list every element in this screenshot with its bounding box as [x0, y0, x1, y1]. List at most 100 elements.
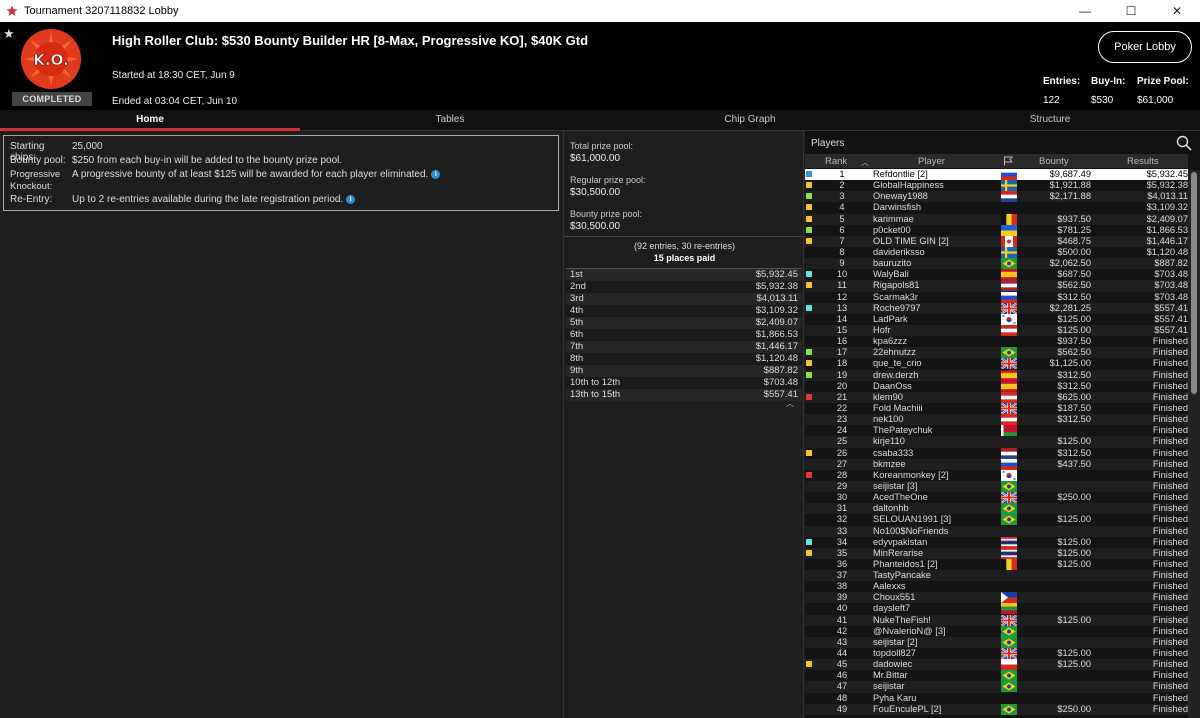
player-row[interactable]: 18 que_te_crio $1,125.00 Finished	[805, 358, 1188, 370]
player-rank: 1	[839, 169, 845, 179]
player-row[interactable]: 46 Mr.Bittar Finished	[805, 670, 1188, 682]
collapse-chevron-icon[interactable]: ︿	[786, 398, 794, 409]
favorite-star-icon[interactable]: ★	[3, 26, 15, 42]
player-bounty: $1,125.00	[1049, 358, 1091, 369]
tab-chip-graph[interactable]: Chip Graph	[600, 110, 900, 130]
player-rank: 33	[836, 525, 848, 536]
scrollbar-thumb[interactable]	[1191, 172, 1197, 394]
player-row[interactable]: 11 Rigapols81 $562.50 $703.48	[805, 280, 1188, 292]
payout-row: 13th to 15th $557.41	[566, 389, 802, 401]
tab-home[interactable]: Home	[0, 110, 300, 131]
col-bounty[interactable]: Bounty	[1039, 156, 1069, 167]
player-row[interactable]: 48 Pyha Karu Finished	[805, 692, 1188, 704]
player-row[interactable]: 2 GlobalHappiness $1,921.88 $5,932.38	[805, 180, 1188, 192]
player-row[interactable]: 38 Aalexxs Finished	[805, 581, 1188, 593]
player-row[interactable]: 49 FouEnculePL [2] $250.00 Finished	[805, 703, 1188, 715]
player-row[interactable]: 47 seijistar Finished	[805, 681, 1188, 693]
player-row[interactable]: 1 Refdontlie [2] $9,687.49 $5,932.45	[805, 169, 1188, 181]
player-row[interactable]: 21 klem90 $625.00 Finished	[805, 391, 1188, 403]
player-name: Mr.Bittar	[873, 670, 908, 681]
player-row[interactable]: 16 kpa6zzz $937.50 Finished	[805, 336, 1188, 348]
player-row[interactable]: 23 nek100 $312.50 Finished	[805, 414, 1188, 426]
payout-row: 4th $3,109.32	[566, 305, 802, 317]
flag-column-icon[interactable]	[1003, 156, 1013, 166]
player-row[interactable]: 6 p0cket00 $781.25 $1,866.53	[805, 224, 1188, 236]
country-flag-icon	[1001, 447, 1017, 459]
payout-amount: $887.82	[763, 365, 798, 376]
minimize-button[interactable]: —	[1062, 0, 1108, 22]
col-results[interactable]: Results	[1127, 156, 1159, 167]
player-row[interactable]: 9 bauruzito $2,062.50 $887.82	[805, 258, 1188, 270]
player-bounty: $312.50	[1057, 291, 1091, 302]
player-row[interactable]: 19 drew.derzh $312.50 Finished	[805, 369, 1188, 381]
player-rank: 23	[836, 414, 848, 425]
player-row[interactable]: 10 WalyBali $687.50 $703.48	[805, 269, 1188, 281]
player-row[interactable]: 44 topdoll827 $125.00 Finished	[805, 648, 1188, 660]
player-row[interactable]: 37 TastyPancake Finished	[805, 570, 1188, 582]
player-bounty: $250.00	[1057, 703, 1091, 714]
player-rank: 35	[836, 547, 848, 558]
player-row[interactable]: 15 Hofr $125.00 $557.41	[805, 324, 1188, 337]
tab-tables[interactable]: Tables	[300, 110, 600, 130]
player-row[interactable]: 35 MinRerarise $125.00 Finished	[805, 547, 1188, 559]
player-row[interactable]: 22 Fold Machiii $187.50 Finished	[805, 402, 1188, 415]
payout-table: 1st $5,932.45 2nd $5,932.38 3rd $4,013.11 4th $…	[566, 268, 802, 401]
player-row[interactable]: 45 dadowiec $125.00 Finished	[805, 659, 1188, 671]
player-row[interactable]: 7 OLD TIME GIN [2] $468.75 $1,446.17	[805, 235, 1188, 247]
player-row[interactable]: 28 Koreanmonkey [2] Finished	[805, 469, 1188, 481]
player-result: Finished	[1152, 581, 1188, 592]
tournament-title: High Roller Club: $530 Bounty Builder HR…	[112, 33, 589, 48]
player-row[interactable]: 4 Darwinsfish $3,109.32	[805, 202, 1188, 214]
player-row[interactable]: 3 Oneway1988 $2,171.88 $4,013.11	[805, 191, 1188, 203]
player-row[interactable]: 14 LadPark $125.00 $557.41	[805, 313, 1188, 325]
col-rank[interactable]: Rank	[825, 156, 847, 167]
player-bounty: $437.50	[1057, 458, 1091, 469]
info-icon[interactable]: i	[431, 170, 441, 179]
country-flag-icon	[1001, 670, 1017, 682]
player-row[interactable]: 27 bkmzee $437.50 Finished	[805, 458, 1188, 470]
player-row[interactable]: 5 karimmae $937.50 $2,409.07	[805, 213, 1188, 225]
player-row[interactable]: 36 Phanteidos1 [2] $125.00 Finished	[805, 558, 1188, 571]
country-flag-icon	[1001, 324, 1017, 336]
entries-label: Entries:	[1043, 76, 1081, 87]
player-row[interactable]: 41 NukeTheFish! $125.00 Finished	[805, 614, 1188, 626]
player-row[interactable]: 33 No100$NoFriends Finished	[805, 525, 1188, 537]
progressive-value: A progressive bounty of at least $125 wi…	[72, 169, 429, 180]
country-flag-icon	[1001, 458, 1017, 470]
poker-lobby-button[interactable]: Poker Lobby	[1098, 31, 1192, 63]
player-row[interactable]: 20 DaanOss $312.50 Finished	[805, 380, 1188, 392]
player-name: No100$NoFriends	[873, 525, 949, 536]
player-row[interactable]: 24 ThePateychuk Finished	[805, 425, 1188, 437]
player-row[interactable]: 26 csaba333 $312.50 Finished	[805, 447, 1188, 459]
player-rank: 30	[836, 492, 848, 503]
player-row[interactable]: 25 kirje110 $125.00 Finished	[805, 436, 1188, 448]
tab-structure[interactable]: Structure	[900, 110, 1200, 130]
payout-amount: $5,932.38	[755, 281, 798, 292]
col-player[interactable]: Player	[918, 156, 945, 167]
player-row[interactable]: 17 22ehnutzz $562.50 Finished	[805, 347, 1188, 359]
player-name: seijistar [3]	[873, 480, 918, 491]
player-row[interactable]: 39 Choux551 Finished	[805, 592, 1188, 604]
maximize-button[interactable]: ☐	[1108, 0, 1154, 22]
sort-asc-icon[interactable]: ︿	[861, 157, 869, 168]
player-row[interactable]: 30 AcedTheOne $250.00 Finished	[805, 492, 1188, 504]
player-row[interactable]: 8 davideriksso $500.00 $1,120.48	[805, 246, 1188, 259]
info-icon[interactable]: i	[346, 195, 356, 204]
player-row[interactable]: 40 daysleft7 Finished	[805, 603, 1188, 615]
country-flag-icon	[1001, 425, 1017, 437]
player-row[interactable]: 29 seijistar [3] Finished	[805, 480, 1188, 493]
country-flag-icon	[1001, 703, 1017, 715]
player-note-marker-icon	[806, 193, 812, 200]
player-bounty: $468.75	[1057, 235, 1091, 246]
player-row[interactable]: 43 seijistar [2] Finished	[805, 636, 1188, 649]
close-button[interactable]: ✕	[1154, 0, 1200, 22]
player-name: Pyha Karu	[873, 692, 917, 703]
search-icon[interactable]	[1176, 135, 1192, 151]
players-scrollbar[interactable]	[1188, 170, 1200, 718]
player-row[interactable]: 34 edyvpakistan $125.00 Finished	[805, 536, 1188, 548]
player-row[interactable]: 32 SELOUAN1991 [3] $125.00 Finished	[805, 514, 1188, 526]
player-row[interactable]: 12 Scarmak3r $312.50 $703.48	[805, 291, 1188, 303]
player-row[interactable]: 13 Roche9797 $2,281.25 $557.41	[805, 302, 1188, 314]
player-row[interactable]: 42 @NvalerioN@ [3] Finished	[805, 625, 1188, 637]
player-row[interactable]: 31 daltonhb Finished	[805, 503, 1188, 515]
